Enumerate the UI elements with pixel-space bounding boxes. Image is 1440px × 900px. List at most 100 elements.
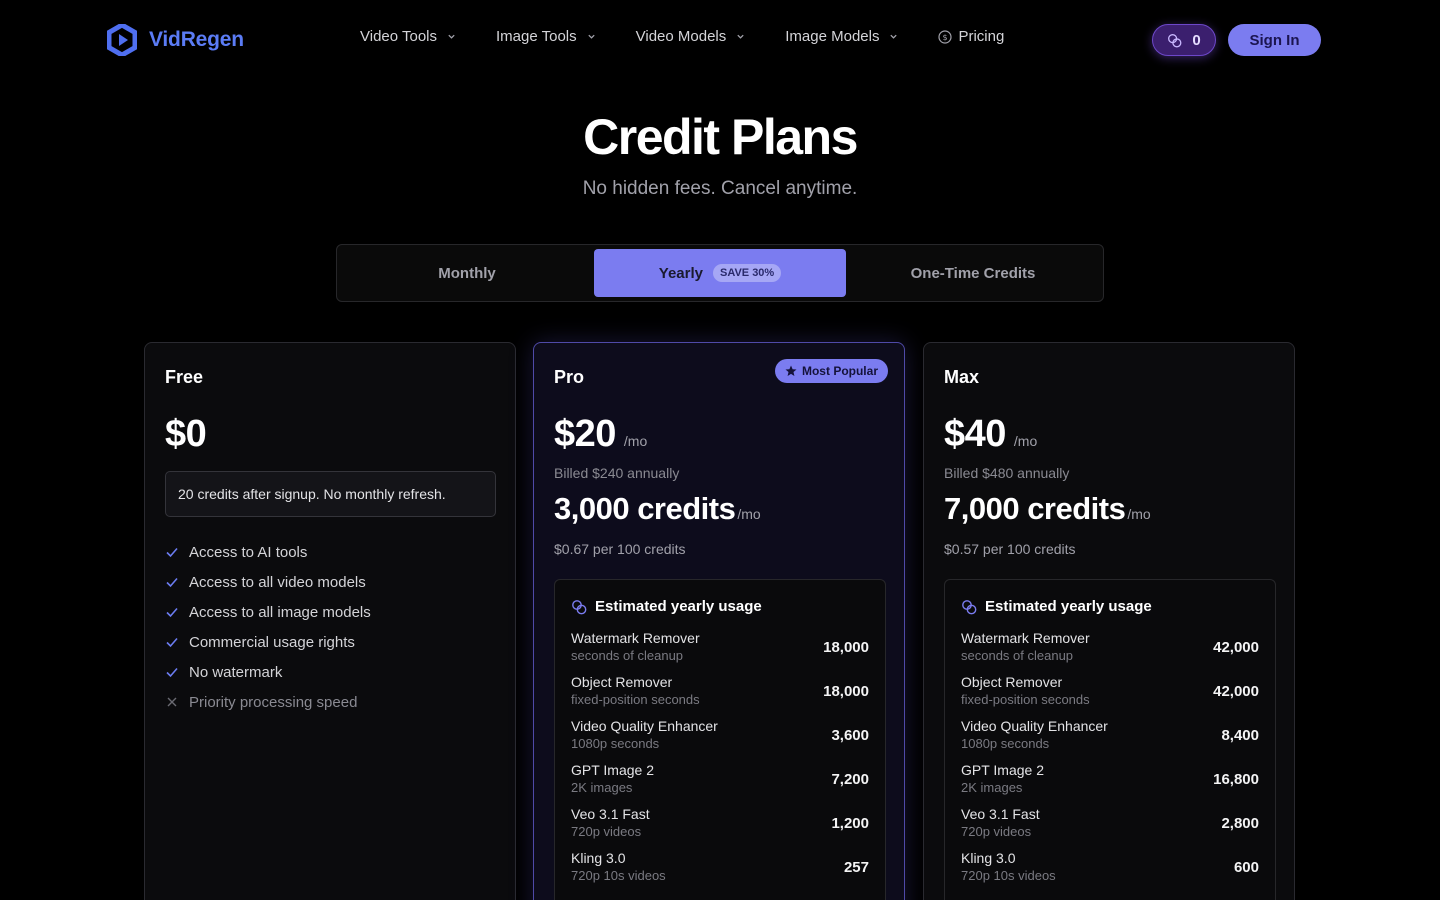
logo-icon — [107, 24, 137, 56]
usage-unit: seconds of cleanup — [961, 648, 1074, 663]
check-icon — [166, 577, 178, 588]
billed-annually: Billed $480 annually — [944, 465, 1070, 481]
star-icon — [785, 365, 797, 376]
price-period: /mo — [623, 433, 648, 449]
brand-logo[interactable]: VidRegen — [107, 24, 244, 56]
feature-label: No watermark — [189, 663, 283, 681]
usage-tool-name: Video Quality Enhancer — [571, 718, 718, 734]
feature-item: Access to all video models — [165, 567, 371, 597]
usage-estimate-panel: Estimated yearly usage Watermark Remover… — [554, 579, 886, 900]
usage-tool-name: Object Remover — [961, 674, 1063, 690]
nav-image-models[interactable]: Image Models — [785, 28, 898, 45]
free-plan-note: 20 credits after signup. No monthly refr… — [165, 471, 496, 517]
billing-tabs: Monthly Yearly SAVE 30% One-Time Credits — [336, 244, 1104, 302]
usage-value: 7,200 — [831, 771, 869, 788]
check-icon — [166, 667, 178, 678]
usage-value: 257 — [843, 859, 869, 876]
feature-item: Commercial usage rights — [165, 627, 371, 657]
feature-list: Access to AI tools Access to all video m… — [165, 537, 371, 717]
usage-tool-name: Video Quality Enhancer — [961, 718, 1108, 734]
usage-row: Veo 3.1 Fast 720p videos 1,200 — [571, 806, 869, 846]
usage-value: 16,800 — [1213, 771, 1259, 788]
price-amount: $20 — [554, 413, 616, 455]
feature-label: Access to AI tools — [189, 543, 308, 561]
usage-row: Kling 3.0 720p 10s videos 257 — [571, 850, 869, 890]
price-period: /mo — [1013, 433, 1038, 449]
usage-row: Object Remover fixed-position seconds 42… — [961, 674, 1259, 714]
usage-row: Watermark Remover seconds of cleanup 42,… — [961, 630, 1259, 670]
usage-row: GPT Image 2 2K images 7,200 — [571, 762, 869, 802]
usage-unit: fixed-position seconds — [571, 692, 700, 707]
usage-unit: 720p videos — [961, 824, 1032, 839]
usage-tool-name: GPT Image 2 — [961, 762, 1045, 778]
tab-monthly[interactable]: Monthly — [341, 249, 593, 297]
usage-row: Video Quality Enhancer 1080p seconds 8,4… — [961, 718, 1259, 758]
usage-unit: 2K images — [571, 780, 633, 795]
credit-count: 0 — [1192, 31, 1201, 49]
feature-item-excluded: Priority processing speed — [165, 687, 371, 717]
feature-label: Priority processing speed — [189, 693, 358, 711]
nav-pricing[interactable]: $ Pricing — [938, 28, 1004, 45]
check-icon — [166, 607, 178, 618]
brand-name: VidRegen — [149, 28, 244, 51]
feature-item: Access to AI tools — [165, 537, 371, 567]
feature-item: Access to all image models — [165, 597, 371, 627]
usage-tool-name: Veo 3.1 Fast — [961, 806, 1040, 822]
page-title: Credit Plans — [583, 109, 858, 165]
tab-yearly[interactable]: Yearly SAVE 30% — [594, 249, 846, 297]
nav-image-tools[interactable]: Image Tools — [496, 28, 596, 45]
x-icon — [167, 697, 177, 707]
price-per-100-credits: $0.67 per 100 credits — [554, 541, 686, 557]
plan-price: $0 — [165, 413, 207, 456]
credits-amount: 7,000 credits — [944, 491, 1126, 526]
usage-unit: 2K images — [961, 780, 1023, 795]
usage-value: 42,000 — [1213, 639, 1259, 656]
dollar-coin-icon: $ — [938, 29, 953, 44]
usage-row: Video Quality Enhancer 1080p seconds 3,6… — [571, 718, 869, 758]
plan-credits: 7,000 credits /mo — [944, 491, 1151, 527]
usage-row: Watermark Remover seconds of cleanup 18,… — [571, 630, 869, 670]
usage-tool-name: Watermark Remover — [571, 630, 700, 646]
site-header: VidRegen Video Tools Image Tools Video M… — [0, 0, 1440, 80]
usage-value: 42,000 — [1213, 683, 1259, 700]
price-amount: $0 — [165, 413, 207, 455]
usage-tool-name: Kling 3.0 — [961, 850, 1016, 866]
coins-icon — [1168, 33, 1182, 47]
usage-unit: fixed-position seconds — [961, 692, 1090, 707]
usage-estimate-panel: Estimated yearly usage Watermark Remover… — [944, 579, 1276, 900]
nav-video-tools[interactable]: Video Tools — [360, 28, 456, 45]
usage-tool-name: GPT Image 2 — [571, 762, 655, 778]
plan-card-max: Max $40 /mo Billed $480 annually 7,000 c… — [923, 342, 1295, 900]
usage-unit: 720p 10s videos — [961, 868, 1056, 883]
nav-video-models[interactable]: Video Models — [636, 28, 746, 45]
usage-value: 18,000 — [823, 683, 869, 700]
usage-row: Kling 3.0 720p 10s videos 600 — [961, 850, 1259, 890]
usage-title: Estimated yearly usage — [595, 598, 762, 615]
tab-one-time-credits[interactable]: One-Time Credits — [847, 249, 1099, 297]
usage-value: 1,200 — [831, 815, 869, 832]
plan-name: Max — [944, 367, 980, 387]
credit-balance-button[interactable]: 0 — [1152, 24, 1216, 56]
coins-icon — [962, 599, 977, 614]
usage-value: 18,000 — [823, 639, 869, 656]
chevron-down-icon — [587, 34, 595, 39]
feature-label: Access to all video models — [189, 573, 366, 591]
nav-label: Video Models — [635, 28, 727, 45]
sign-in-button[interactable]: Sign In — [1228, 24, 1321, 56]
usage-row: GPT Image 2 2K images 16,800 — [961, 762, 1259, 802]
plan-name: Free — [165, 367, 204, 387]
save-badge: SAVE 30% — [713, 264, 782, 282]
usage-row: Object Remover fixed-position seconds 18… — [571, 674, 869, 714]
coins-icon — [572, 599, 587, 614]
usage-title: Estimated yearly usage — [985, 598, 1152, 615]
badge-label: Most Popular — [801, 364, 878, 378]
feature-label: Commercial usage rights — [189, 633, 355, 651]
credits-period: /mo — [737, 506, 761, 522]
usage-value: 3,600 — [831, 727, 869, 744]
credits-period: /mo — [1127, 506, 1151, 522]
check-icon — [166, 637, 178, 648]
usage-unit: 1080p seconds — [961, 736, 1050, 751]
nav-label: Video Tools — [360, 28, 438, 45]
usage-value: 600 — [1233, 859, 1259, 876]
usage-tool-name: Watermark Remover — [961, 630, 1090, 646]
